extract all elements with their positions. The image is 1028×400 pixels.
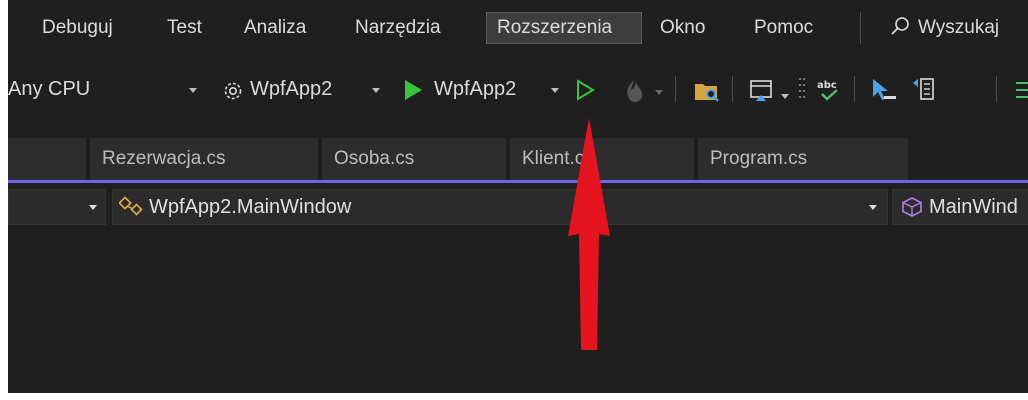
menu-rozszerzenia[interactable]: Rozszerzenia bbox=[486, 12, 642, 44]
standard-toolbar: Any CPU WpfApp2 WpfApp2 abc bbox=[8, 64, 1028, 116]
toolbar-separator bbox=[675, 76, 676, 102]
solution-explorer-icon[interactable] bbox=[693, 78, 721, 104]
layout-chevron-down-icon[interactable] bbox=[781, 94, 789, 99]
menu-debuguj[interactable]: Debuguj bbox=[42, 12, 113, 44]
member-dropdown-value: MainWind bbox=[929, 196, 1018, 218]
svg-text:abc: abc bbox=[817, 80, 837, 91]
menu-analiza[interactable]: Analiza bbox=[244, 12, 306, 44]
window-layout-icon[interactable] bbox=[748, 78, 776, 104]
start-without-debugging-icon[interactable] bbox=[574, 78, 596, 102]
menu-test[interactable]: Test bbox=[167, 12, 202, 44]
active-document-accent-line bbox=[8, 180, 1028, 183]
gear-icon bbox=[224, 82, 242, 100]
type-dropdown-value: WpfApp2.MainWindow bbox=[149, 196, 352, 218]
document-outline-icon[interactable] bbox=[910, 77, 938, 103]
menu-bar: Debuguj Test Analiza Narzędzia Rozszerze… bbox=[8, 0, 1028, 58]
tab-program[interactable]: Program.cs bbox=[698, 138, 908, 180]
startup-project-value[interactable]: WpfApp2 bbox=[250, 72, 332, 106]
menu-okno[interactable]: Okno bbox=[660, 12, 705, 44]
toolbar-separator bbox=[732, 76, 733, 102]
platform-chevron-down-icon[interactable] bbox=[189, 88, 197, 93]
tab-rezerwacja[interactable]: Rezerwacja.cs bbox=[90, 138, 318, 180]
navigation-bar: WpfApp2.MainWindow MainWind bbox=[8, 186, 1028, 228]
document-tabs: Rezerwacja.cs Osoba.cs Klient.cs Program… bbox=[8, 138, 1028, 180]
tab-hidden[interactable] bbox=[8, 138, 86, 180]
project-chevron-down-icon[interactable] bbox=[89, 205, 97, 210]
hot-reload-chevron-down-icon[interactable] bbox=[655, 90, 663, 95]
menu-narzedzia[interactable]: Narzędzia bbox=[355, 12, 441, 44]
run-target-label[interactable]: WpfApp2 bbox=[434, 72, 516, 106]
menu-pomoc[interactable]: Pomoc bbox=[754, 12, 813, 44]
start-debugging-icon[interactable] bbox=[402, 78, 424, 102]
class-icon bbox=[119, 196, 143, 216]
code-editor[interactable] bbox=[8, 230, 1028, 393]
platform-dropdown-value[interactable]: Any CPU bbox=[8, 72, 90, 106]
search-label: Wyszukaj bbox=[918, 17, 1000, 38]
spell-check-icon[interactable]: abc bbox=[814, 76, 844, 104]
visual-studio-window: Debuguj Test Analiza Narzędzia Rozszerze… bbox=[8, 0, 1028, 393]
cube-icon bbox=[902, 197, 922, 217]
annotation-arrow-up-icon bbox=[568, 118, 610, 350]
toolbar-separator bbox=[996, 76, 997, 102]
search-icon bbox=[891, 17, 909, 35]
hot-reload-icon[interactable] bbox=[622, 78, 646, 104]
type-chevron-down-icon[interactable] bbox=[869, 205, 877, 210]
pointer-icon[interactable] bbox=[870, 77, 898, 103]
search-box[interactable]: Wyszukaj bbox=[890, 12, 999, 44]
menu-separator bbox=[860, 12, 861, 44]
member-dropdown[interactable]: MainWind bbox=[892, 189, 1028, 225]
toolbar-separator bbox=[854, 76, 855, 102]
type-dropdown[interactable]: WpfApp2.MainWindow bbox=[112, 189, 888, 225]
toolbar-overflow-icon[interactable] bbox=[1012, 78, 1028, 104]
run-chevron-down-icon[interactable] bbox=[551, 88, 559, 93]
toolbar-grip-icon bbox=[799, 78, 805, 98]
project-dropdown[interactable] bbox=[8, 189, 106, 225]
startup-chevron-down-icon[interactable] bbox=[372, 88, 380, 93]
tab-osoba[interactable]: Osoba.cs bbox=[322, 138, 506, 180]
